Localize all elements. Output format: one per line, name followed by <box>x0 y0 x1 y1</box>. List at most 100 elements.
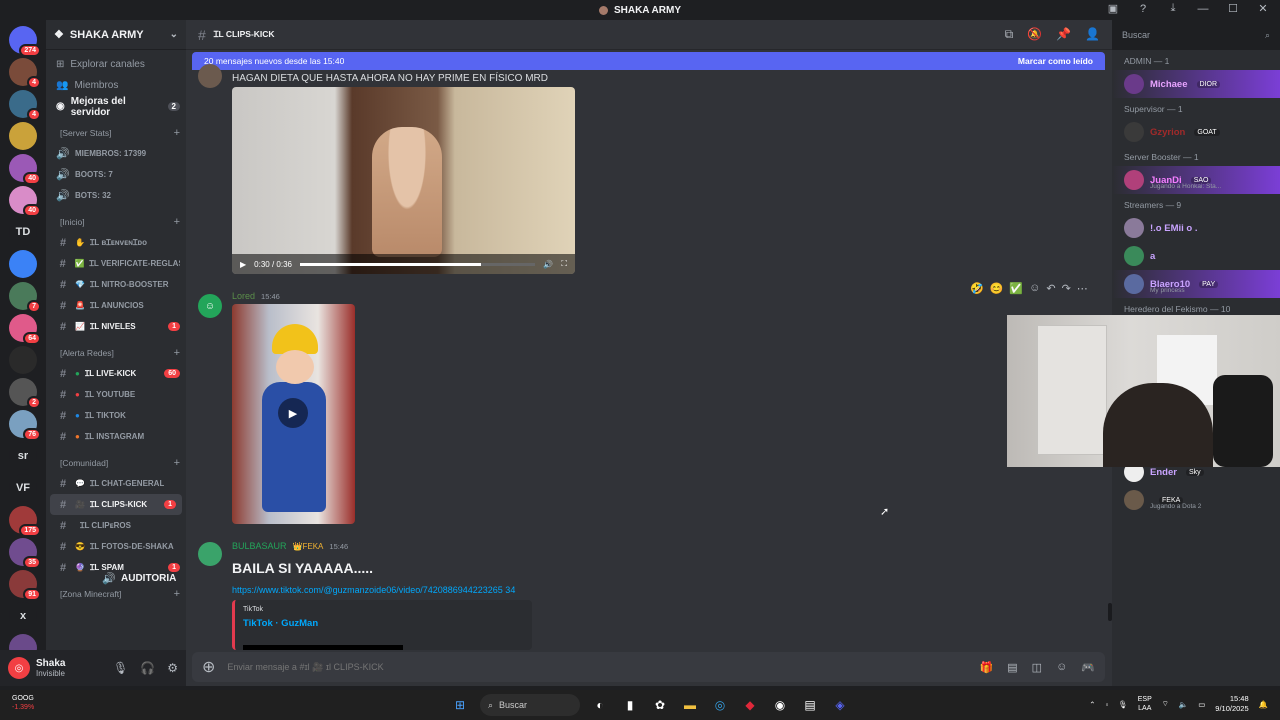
server-icon[interactable]: 4 <box>9 90 41 121</box>
widgets-icon[interactable]: ◐ <box>590 695 610 715</box>
server-icon[interactable]: 2 <box>9 378 41 409</box>
stat-channel[interactable]: 🔊 BOOTS: 7 <box>46 164 186 185</box>
fullscreen-icon[interactable]: ⛶ <box>561 259 567 269</box>
apps-icon[interactable]: 🎮 <box>1081 661 1095 674</box>
attach-button[interactable]: ⊕ <box>202 657 215 677</box>
mic-icon[interactable]: 🎙 <box>1118 700 1128 709</box>
member-item[interactable]: Blaero10 PAY My princess <box>1112 270 1280 298</box>
notification-icon[interactable]: 🔔 <box>1259 700 1268 709</box>
add-channel-icon[interactable]: + <box>174 216 180 228</box>
battery-icon[interactable]: ▭ <box>1198 700 1205 709</box>
channel-item[interactable]: # 🔮 ɪl SPAM 1 <box>46 557 186 578</box>
server-icon[interactable]: VF <box>9 474 37 502</box>
member-item[interactable]: Gzyrion GOAT <box>1112 118 1280 146</box>
avatar[interactable] <box>198 542 222 566</box>
member-item[interactable]: JuanDi SAO Jugando a Honkai: Sta... <box>1112 166 1280 194</box>
reply-icon[interactable]: ↶ <box>1046 282 1055 295</box>
language-indicator[interactable]: ESP LAA <box>1138 695 1152 713</box>
avatar[interactable] <box>1124 170 1144 190</box>
folder-icon[interactable]: ▬ <box>680 695 700 715</box>
message-link[interactable]: https://www.tiktok.com/@guzmanzoide06/vi… <box>232 585 515 595</box>
emoji-icon[interactable]: ☺ <box>1056 661 1067 674</box>
new-messages-bar[interactable]: 20 mensajes nuevos desde las 15:40 Marca… <box>192 52 1105 70</box>
inbox-icon[interactable]: ▣ <box>1104 2 1122 15</box>
wifi-icon[interactable]: ⌔ <box>1162 699 1169 709</box>
tray-icon[interactable]: ▫ <box>1106 700 1109 709</box>
server-icon[interactable]: sr <box>9 442 37 470</box>
forward-icon[interactable]: ↷ <box>1062 282 1071 295</box>
volume-icon[interactable]: 🔊 <box>543 260 553 269</box>
explore-channels[interactable]: ⊞ Explorar canales <box>52 54 180 75</box>
copilot-icon[interactable]: ✿ <box>650 695 670 715</box>
maximize-button[interactable]: ☐ <box>1224 2 1242 15</box>
category-alerta-redes[interactable]: [Alerta Redes] + <box>46 343 186 363</box>
avatar[interactable] <box>198 64 222 88</box>
member-item[interactable]: !.o EMii o . <box>1112 214 1280 242</box>
notifications-icon[interactable]: 🔕 <box>1027 27 1042 42</box>
windows-start-icon[interactable]: ⊞ <box>450 695 470 715</box>
taskbar-search[interactable]: ⌕ Buscar <box>480 694 580 716</box>
server-icon[interactable]: 40 <box>9 186 41 217</box>
server-icon[interactable]: 175 <box>9 506 41 537</box>
guild-header[interactable]: ❖ SHAKA ARMY ⌄ <box>46 20 186 50</box>
channel-item[interactable]: # 💎 ɪl NITRO-BOOSTER <box>46 274 186 295</box>
channel-item[interactable]: # 🚨 ɪl ANUNCIOS <box>46 295 186 316</box>
server-icon[interactable]: 35 <box>9 538 41 569</box>
gear-icon[interactable]: ⚙ <box>167 661 178 675</box>
gif-icon[interactable]: ▤ <box>1007 661 1017 674</box>
threads-icon[interactable]: ⧉ <box>1005 27 1014 42</box>
avatar[interactable] <box>1124 74 1144 94</box>
channel-item[interactable]: # ● ɪl LIVE-KICK 60 <box>46 363 186 384</box>
close-button[interactable]: ✕ <box>1254 2 1272 15</box>
embed-title[interactable]: TikTok · GuzMan <box>243 618 524 629</box>
server-icon[interactable]: 7 <box>9 282 41 313</box>
minimize-button[interactable]: — <box>1194 3 1212 15</box>
channel-item[interactable]: # ● ɪl YOUTUBE <box>46 384 186 405</box>
video-attachment[interactable]: ▶ <box>232 304 355 524</box>
gift-icon[interactable]: 🎁 <box>980 661 994 674</box>
channel-item[interactable]: # 💬 ɪl CHAT-GENERAL <box>46 473 186 494</box>
help-icon[interactable]: ? <box>1134 3 1152 15</box>
channel-item[interactable]: # 🎥 ɪl CLIPS-KICK 1 <box>50 494 182 515</box>
download-icon[interactable]: ⤓ <box>1164 2 1182 15</box>
avatar[interactable] <box>1124 218 1144 238</box>
notepad-icon[interactable]: ▤ <box>800 695 820 715</box>
video-attachment[interactable]: ▶ 0:30 / 0:36 🔊 ⛶ <box>232 87 575 274</box>
volume-icon[interactable]: 🔈 <box>1179 700 1188 709</box>
chevron-up-icon[interactable]: ⌃ <box>1089 700 1095 709</box>
server-icon[interactable] <box>9 346 37 374</box>
mic-icon[interactable]: 🎙 <box>113 661 128 675</box>
category-inicio[interactable]: [Inicio] + <box>46 212 186 232</box>
play-icon[interactable]: ▶ <box>240 260 246 269</box>
add-channel-icon[interactable]: + <box>174 127 180 139</box>
member-item[interactable]: Michaee DIOR <box>1112 70 1280 98</box>
reaction-smile-icon[interactable]: 😊 <box>990 282 1004 295</box>
server-icon[interactable]: 64 <box>9 314 41 345</box>
add-channel-icon[interactable]: + <box>174 347 180 359</box>
channel-item[interactable]: # 😎 ɪl FOTOS-DE-SHAKA <box>46 536 186 557</box>
stat-channel[interactable]: 🔊 MIEMBROS: 17399 <box>46 143 186 164</box>
server-icon[interactable]: 91 <box>9 570 41 601</box>
headphones-icon[interactable]: 🎧 <box>140 661 155 675</box>
pin-icon[interactable]: 📌 <box>1056 27 1071 42</box>
member-list-icon[interactable]: 👤 <box>1085 27 1100 42</box>
server-icon[interactable] <box>9 122 37 150</box>
discord-icon[interactable]: ◈ <box>830 695 850 715</box>
avatar[interactable]: ◎ <box>8 657 30 679</box>
server-icon[interactable] <box>9 250 37 278</box>
channel-item[interactable]: # ● ɪl TIKTOK <box>46 405 186 426</box>
author-name[interactable]: Lored <box>232 291 255 301</box>
avatar[interactable] <box>1124 246 1144 266</box>
avatar[interactable]: ☺ <box>198 294 222 318</box>
app-icon[interactable]: ◆ <box>740 695 760 715</box>
avatar[interactable] <box>1124 122 1144 142</box>
reaction-laugh-icon[interactable]: 🤣 <box>970 282 984 295</box>
server-icon[interactable]: 274 <box>9 26 41 57</box>
server-boosts[interactable]: ◉ Mejoras del servidor 2 <box>52 96 180 118</box>
stat-channel[interactable]: 🔊 BOTS: 32 <box>46 185 186 206</box>
server-icon[interactable]: 76 <box>9 410 41 441</box>
edge-icon[interactable]: ◎ <box>710 695 730 715</box>
channel-item[interactable]: # ✋ ɪl ʙɪᴇɴᴠᴇɴɪᴅᴏ <box>46 232 186 253</box>
stock-widget[interactable]: GOOG -1.39% <box>12 694 34 712</box>
channel-item[interactable]: # ● ɪl INSTAGRAM <box>46 426 186 447</box>
